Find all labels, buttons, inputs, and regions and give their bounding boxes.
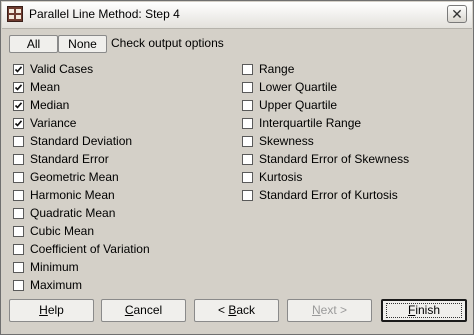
option-kurtosis[interactable]: Kurtosis bbox=[242, 169, 302, 185]
checkbox-unchecked[interactable] bbox=[242, 135, 253, 147]
checkbox-unchecked[interactable] bbox=[242, 63, 253, 75]
close-button[interactable]: ✕ bbox=[447, 5, 467, 23]
option-coefficient-of-variation[interactable]: Coefficient of Variation bbox=[13, 241, 150, 257]
option-minimum[interactable]: Minimum bbox=[13, 259, 79, 275]
option-label: Maximum bbox=[30, 278, 83, 292]
window-title: Parallel Line Method: Step 4 bbox=[29, 7, 180, 21]
option-label: Kurtosis bbox=[259, 170, 303, 184]
checkbox-unchecked[interactable] bbox=[242, 81, 253, 93]
option-range[interactable]: Range bbox=[242, 61, 294, 77]
help-button[interactable]: Help bbox=[9, 299, 94, 322]
option-label: Skewness bbox=[259, 134, 314, 148]
option-maximum[interactable]: Maximum bbox=[13, 277, 82, 293]
option-label: Standard Error of Skewness bbox=[259, 152, 410, 166]
option-label: Standard Error bbox=[30, 152, 109, 166]
checkmark-icon bbox=[14, 101, 23, 109]
checkbox-unchecked[interactable] bbox=[13, 261, 24, 273]
option-skewness[interactable]: Skewness bbox=[242, 133, 314, 149]
checkbox-unchecked[interactable] bbox=[242, 189, 253, 201]
dialog-window: Parallel Line Method: Step 4 ✕ All None … bbox=[0, 0, 474, 335]
option-interquartile-range[interactable]: Interquartile Range bbox=[242, 115, 361, 131]
checkbox-checked[interactable] bbox=[13, 117, 24, 129]
cancel-label: ancel bbox=[133, 303, 163, 317]
option-label: Standard Deviation bbox=[30, 134, 133, 148]
checkmark-icon bbox=[14, 119, 23, 127]
option-upper-quartile[interactable]: Upper Quartile bbox=[242, 97, 337, 113]
next-label: ext > bbox=[320, 303, 348, 317]
option-median[interactable]: Median bbox=[13, 97, 69, 113]
options-hint: Check output options bbox=[111, 36, 224, 50]
checkbox-unchecked[interactable] bbox=[242, 153, 253, 165]
option-label: Quadratic Mean bbox=[30, 206, 116, 220]
cancel-button[interactable]: Cancel bbox=[101, 299, 186, 322]
back-button[interactable]: < Back bbox=[194, 299, 279, 322]
option-quadratic-mean[interactable]: Quadratic Mean bbox=[13, 205, 115, 221]
back-label: ack bbox=[236, 303, 256, 317]
option-label: Variance bbox=[30, 116, 77, 130]
option-variance[interactable]: Variance bbox=[13, 115, 76, 131]
option-geometric-mean[interactable]: Geometric Mean bbox=[13, 169, 119, 185]
option-label: Upper Quartile bbox=[259, 98, 338, 112]
checkbox-unchecked[interactable] bbox=[242, 171, 253, 183]
finish-button[interactable]: Finish bbox=[381, 299, 467, 322]
checkbox-unchecked[interactable] bbox=[13, 279, 24, 291]
option-label: Geometric Mean bbox=[30, 170, 119, 184]
checkbox-unchecked[interactable] bbox=[13, 189, 24, 201]
option-label: Lower Quartile bbox=[259, 80, 338, 94]
option-lower-quartile[interactable]: Lower Quartile bbox=[242, 79, 337, 95]
option-standard-error-of-skewness[interactable]: Standard Error of Skewness bbox=[242, 151, 409, 167]
checkbox-checked[interactable] bbox=[13, 81, 24, 93]
option-label: Harmonic Mean bbox=[30, 188, 115, 202]
checkbox-unchecked[interactable] bbox=[242, 117, 253, 129]
option-standard-error[interactable]: Standard Error bbox=[13, 151, 109, 167]
option-label: Minimum bbox=[30, 260, 79, 274]
option-standard-error-of-kurtosis[interactable]: Standard Error of Kurtosis bbox=[242, 187, 398, 203]
option-harmonic-mean[interactable]: Harmonic Mean bbox=[13, 187, 115, 203]
option-mean[interactable]: Mean bbox=[13, 79, 60, 95]
checkbox-checked[interactable] bbox=[13, 99, 24, 111]
option-label: Median bbox=[30, 98, 70, 112]
option-label: Mean bbox=[30, 80, 61, 94]
option-label: Interquartile Range bbox=[259, 116, 362, 130]
checkbox-checked[interactable] bbox=[13, 63, 24, 75]
checkbox-unchecked[interactable] bbox=[13, 243, 24, 255]
title-bar[interactable]: Parallel Line Method: Step 4 ✕ bbox=[2, 2, 472, 29]
close-icon: ✕ bbox=[451, 6, 463, 22]
checkbox-unchecked[interactable] bbox=[242, 99, 253, 111]
next-button[interactable]: Next > bbox=[287, 299, 372, 322]
option-label: Range bbox=[259, 62, 295, 76]
checkbox-unchecked[interactable] bbox=[13, 171, 24, 183]
option-label: Standard Error of Kurtosis bbox=[259, 188, 398, 202]
option-standard-deviation[interactable]: Standard Deviation bbox=[13, 133, 132, 149]
checkbox-unchecked[interactable] bbox=[13, 207, 24, 219]
checkbox-unchecked[interactable] bbox=[13, 225, 24, 237]
select-all-button[interactable]: All bbox=[9, 35, 58, 53]
option-label: Valid Cases bbox=[30, 62, 94, 76]
back-prefix: < bbox=[217, 303, 229, 317]
help-label: elp bbox=[47, 303, 64, 317]
checkbox-unchecked[interactable] bbox=[13, 135, 24, 147]
next-mnemonic: N bbox=[311, 303, 321, 317]
option-label: Coefficient of Variation bbox=[30, 242, 150, 256]
help-mnemonic: H bbox=[39, 303, 48, 317]
option-valid-cases[interactable]: Valid Cases bbox=[13, 61, 93, 77]
checkbox-unchecked[interactable] bbox=[13, 153, 24, 165]
option-label: Cubic Mean bbox=[30, 224, 95, 238]
app-icon bbox=[7, 6, 23, 22]
checkmark-icon bbox=[14, 83, 23, 91]
focus-rectangle bbox=[386, 303, 462, 318]
select-none-button[interactable]: None bbox=[58, 35, 107, 53]
option-cubic-mean[interactable]: Cubic Mean bbox=[13, 223, 94, 239]
checkmark-icon bbox=[14, 65, 23, 73]
